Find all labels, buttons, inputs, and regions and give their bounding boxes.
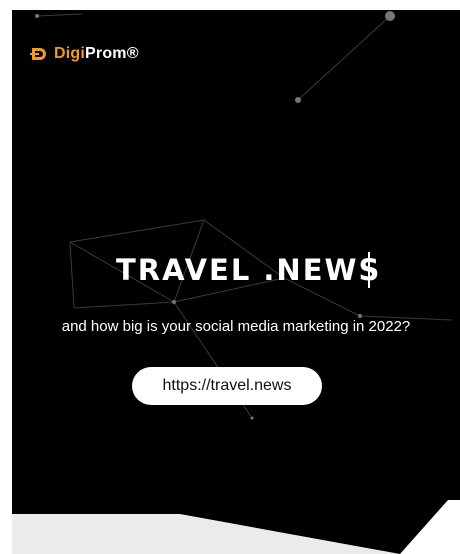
text-cursor	[368, 252, 370, 288]
digiprom-logo-icon	[30, 48, 46, 60]
url-button[interactable]: https://travel.news	[132, 367, 322, 405]
brand-name-prom: Prom®	[85, 45, 139, 62]
hero-subtitle: and how big is your social media marketi…	[61, 318, 411, 335]
page-title: TRAVEL .NEWS	[116, 253, 382, 287]
hero-section: Digi Prom® TRAVEL .NEWS and how big is y…	[12, 10, 460, 554]
brand-name-digi: Digi	[54, 45, 86, 62]
bottom-section-divider	[12, 500, 460, 554]
brand-logo[interactable]: Digi Prom®	[30, 45, 139, 63]
